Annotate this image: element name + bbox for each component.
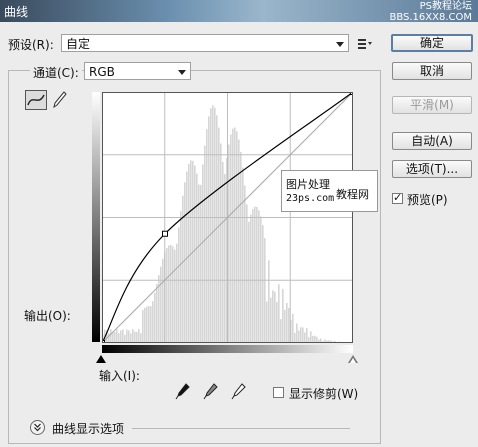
preview-checkbox[interactable] xyxy=(392,191,403,204)
output-label: 输出(O): xyxy=(24,309,71,323)
black-point-slider[interactable] xyxy=(96,355,106,363)
overlay-text-1: 图片处理 xyxy=(286,178,330,191)
divider xyxy=(132,428,350,429)
channel-select[interactable]: RGB xyxy=(84,62,191,80)
curve-icon xyxy=(27,94,45,106)
ok-button[interactable]: 确定 xyxy=(391,34,473,52)
curve-control-point[interactable] xyxy=(161,230,168,237)
curve-tool-button[interactable] xyxy=(25,90,47,110)
expand-options-button[interactable] xyxy=(30,420,45,435)
preset-label: 预设(R): xyxy=(8,38,54,52)
watermark: PS教程论坛 BBS.16XX8.COM xyxy=(389,1,472,23)
cancel-button[interactable]: 取消 xyxy=(392,62,472,80)
output-gradient xyxy=(92,92,100,342)
window-title: 曲线 xyxy=(4,5,29,19)
overlay-text-3: 教程网 xyxy=(336,188,369,201)
input-gradient xyxy=(102,345,353,353)
preset-value: 自定 xyxy=(66,37,91,51)
watermark-line-1: PS教程论坛 xyxy=(419,1,472,12)
input-label: 输入(I): xyxy=(99,369,140,383)
show-clipping-checkbox[interactable] xyxy=(273,387,284,398)
show-clipping-label: 显示修剪(W) xyxy=(289,387,359,401)
gray-eyedropper-icon[interactable] xyxy=(203,382,219,400)
preset-menu-icon[interactable] xyxy=(357,36,373,50)
options-button[interactable]: 选项(T)... xyxy=(392,160,472,178)
curve-graph[interactable] xyxy=(102,92,353,343)
channel-label: 通道(C): xyxy=(30,64,82,81)
watermark-line-2: BBS.16XX8.COM xyxy=(389,12,472,23)
double-chevron-down-icon xyxy=(34,423,41,432)
preset-select[interactable]: 自定 xyxy=(61,34,349,52)
smooth-button[interactable]: 平滑(M) xyxy=(392,96,472,114)
black-eyedropper-icon[interactable] xyxy=(175,382,191,400)
auto-button[interactable]: 自动(A) xyxy=(392,132,472,150)
overlay-text-2: 23ps.com xyxy=(286,193,335,204)
overlay-box: 图片处理 23ps.com 教程网 xyxy=(281,170,378,212)
channel-value: RGB xyxy=(89,65,115,79)
display-options-label: 曲线显示选项 xyxy=(52,422,125,436)
white-eyedropper-icon[interactable] xyxy=(231,382,247,400)
chevron-down-icon xyxy=(336,42,344,47)
preview-label: 预览(P) xyxy=(407,193,448,207)
chevron-down-icon xyxy=(178,70,186,75)
white-point-slider-fill xyxy=(349,357,356,363)
pencil-icon xyxy=(53,91,67,109)
pencil-tool-button[interactable] xyxy=(52,90,68,110)
